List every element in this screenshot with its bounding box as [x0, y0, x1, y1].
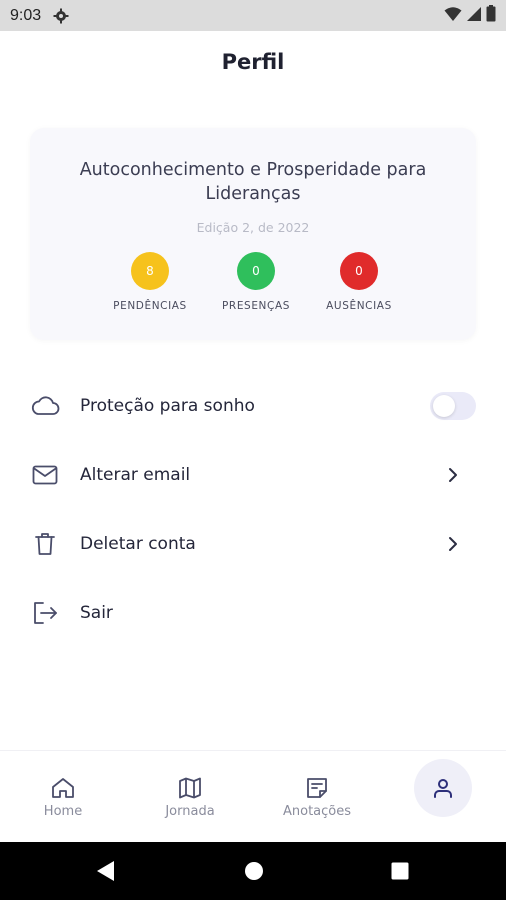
page-title: Perfil: [221, 50, 285, 74]
nav-label-anotacoes: Anotações: [282, 804, 352, 819]
mail-icon: [30, 460, 60, 490]
recents-icon[interactable]: [391, 860, 409, 886]
pendencias-count: 8: [131, 252, 169, 290]
home-button-icon[interactable]: [244, 860, 264, 886]
status-bar: 9:03: [0, 0, 506, 31]
stat-presencas: 0 PRESENÇAS: [201, 252, 311, 312]
signal-icon: [466, 6, 482, 26]
nav-item-anotacoes[interactable]: Anotações: [254, 751, 380, 843]
battery-icon: [486, 5, 496, 26]
trash-icon: [30, 529, 60, 559]
cloud-icon: [30, 391, 60, 421]
ausencias-count: 0: [340, 252, 378, 290]
chevron-right-icon: [446, 534, 460, 554]
course-card: Autoconhecimento e Prosperidade para Lid…: [30, 128, 476, 340]
system-navigation-bar: [0, 842, 506, 900]
menu-label-deletar-conta: Deletar conta: [80, 534, 196, 554]
menu-label-sair: Sair: [80, 603, 113, 623]
presencas-count: 0: [237, 252, 275, 290]
logout-icon: [30, 598, 60, 628]
menu-item-alterar-email[interactable]: Alterar email: [0, 441, 506, 509]
menu-item-protecao[interactable]: Proteção para sonho: [0, 372, 506, 440]
nav-item-perfil[interactable]: [380, 751, 506, 843]
chevron-right-icon: [446, 465, 460, 485]
profile-icon: [430, 775, 456, 801]
pendencias-label: PENDÊNCIAS: [113, 300, 187, 312]
menu-item-sair[interactable]: Sair: [0, 579, 506, 647]
nav-label-home: Home: [43, 804, 83, 819]
wifi-icon: [444, 6, 462, 26]
menu-label-protecao: Proteção para sonho: [80, 396, 255, 416]
nav-item-home[interactable]: Home: [0, 751, 126, 843]
status-time: 9:03: [10, 6, 42, 24]
notes-icon: [304, 775, 330, 801]
course-title: Autoconhecimento e Prosperidade para Lid…: [79, 160, 427, 204]
nav-label-jornada: Jornada: [165, 804, 215, 819]
menu-item-deletar-conta[interactable]: Deletar conta: [0, 510, 506, 578]
back-icon[interactable]: [96, 860, 116, 886]
stat-ausencias: 0 AUSÊNCIAS: [304, 252, 414, 312]
presencas-label: PRESENÇAS: [222, 300, 290, 312]
stat-pendencias: 8 PENDÊNCIAS: [95, 252, 205, 312]
menu-label-alterar-email: Alterar email: [80, 465, 191, 485]
map-icon: [177, 775, 203, 801]
protecao-toggle[interactable]: [430, 392, 476, 420]
course-edition: Edição 2, de 2022: [196, 220, 310, 235]
gear-icon: [53, 8, 69, 24]
bottom-navigation: Home Jornada Anotações: [0, 750, 506, 842]
toggle-knob: [433, 395, 455, 417]
ausencias-label: AUSÊNCIAS: [326, 300, 392, 312]
nav-item-jornada[interactable]: Jornada: [127, 751, 253, 843]
home-icon: [50, 775, 76, 801]
